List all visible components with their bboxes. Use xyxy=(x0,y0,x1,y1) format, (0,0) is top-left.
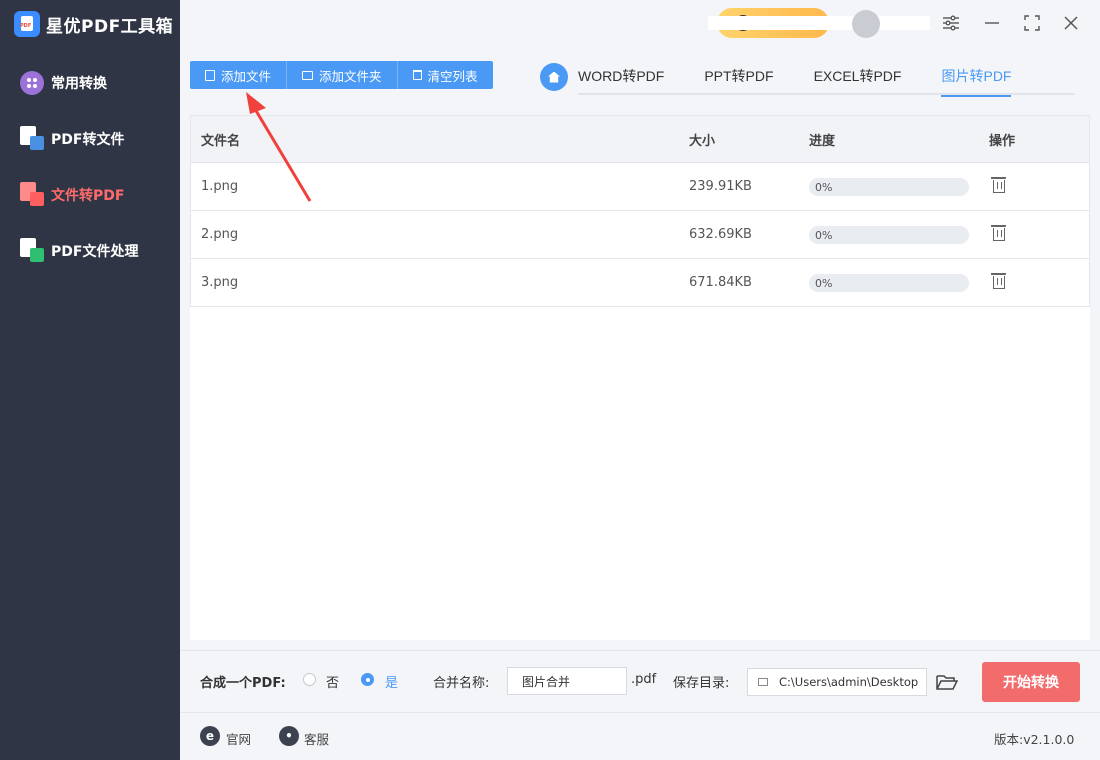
add-folder-label: 添加文件夹 xyxy=(319,68,382,84)
progress-label: 0% xyxy=(815,180,833,194)
pdf-to-file-icon xyxy=(20,126,46,152)
progress-label: 0% xyxy=(815,276,833,290)
support-link[interactable]: 客服 xyxy=(304,729,329,748)
file-name: 3.png xyxy=(201,275,239,290)
folder-icon xyxy=(302,70,314,80)
sidebar-item-label: PDF转文件 xyxy=(51,132,125,148)
file-size: 671.84KB xyxy=(689,275,752,290)
save-dir-label: 保存目录: xyxy=(673,676,730,691)
sidebar-item-pdf-process[interactable]: PDF文件处理 xyxy=(0,223,180,279)
redacted-bar xyxy=(708,16,930,30)
save-dir-field[interactable]: C:\Users\admin\Desktop xyxy=(747,668,927,696)
minimize-icon[interactable] xyxy=(981,12,1003,34)
file-table: 文件名 大小 进度 操作 1.png 239.91KB 0% 2.png 632… xyxy=(190,115,1090,640)
support-icon[interactable]: • xyxy=(279,726,299,746)
progress-bar: 0% xyxy=(809,273,969,292)
merge-name-label: 合并名称: xyxy=(433,676,490,691)
sidebar-item-label: 文件转PDF xyxy=(51,188,125,204)
add-file-label: 添加文件 xyxy=(221,68,272,84)
sidebar-nav: 常用转换 PDF转文件 文件转PDF PDF文件处理 xyxy=(0,55,180,279)
website-icon[interactable]: e xyxy=(200,726,220,746)
file-toolbar: 添加文件 添加文件夹 清空列表 xyxy=(190,61,493,89)
progress-bar: 0% xyxy=(809,177,969,196)
settings-icon[interactable] xyxy=(940,12,962,34)
close-icon[interactable] xyxy=(1060,12,1082,34)
clear-list-button[interactable]: 清空列表 xyxy=(398,61,493,89)
home-button[interactable] xyxy=(540,63,568,91)
header-name: 文件名 xyxy=(201,133,241,149)
brand: 星优PDF工具箱 xyxy=(0,0,180,48)
merge-name-input[interactable]: 图片合并 xyxy=(507,667,627,695)
tab-ppt-to-pdf[interactable]: PPT转PDF xyxy=(704,60,773,95)
extension-label: .pdf xyxy=(631,672,657,687)
sidebar-item-pdf-to-file[interactable]: PDF转文件 xyxy=(0,111,180,167)
file-size: 239.91KB xyxy=(689,179,752,194)
merge-label: 合成一个PDF: xyxy=(200,676,286,691)
table-row: 2.png 632.69KB 0% xyxy=(190,211,1090,259)
app-logo-icon xyxy=(14,11,40,37)
progress-label: 0% xyxy=(815,228,833,242)
radio-no[interactable] xyxy=(303,673,316,686)
radio-yes[interactable] xyxy=(361,673,374,686)
options-bar: 合成一个PDF: 否 是 合并名称: 图片合并 .pdf 保存目录: C:\Us… xyxy=(180,650,1100,710)
tab-word-to-pdf[interactable]: WORD转PDF xyxy=(578,60,664,95)
avatar[interactable] xyxy=(852,10,880,38)
start-convert-button[interactable]: 开始转换 xyxy=(982,662,1080,702)
version-label: 版本:v2.1.0.0 xyxy=(994,732,1075,747)
sidebar: 星优PDF工具箱 常用转换 PDF转文件 文件转PDF PDF文件处理 xyxy=(0,0,180,760)
header-action: 操作 xyxy=(989,133,1016,149)
file-size: 632.69KB xyxy=(689,227,752,242)
radio-yes-label: 是 xyxy=(385,676,399,691)
table-row: 1.png 239.91KB 0% xyxy=(190,163,1090,211)
pdf-process-icon xyxy=(20,238,46,264)
trash-icon xyxy=(412,70,422,80)
save-dir-value: C:\Users\admin\Desktop xyxy=(779,675,919,689)
browse-folder-icon[interactable] xyxy=(936,673,959,695)
maximize-icon[interactable] xyxy=(1021,12,1043,34)
website-link[interactable]: 官网 xyxy=(226,729,251,748)
add-folder-button[interactable]: 添加文件夹 xyxy=(287,61,398,89)
tab-excel-to-pdf[interactable]: EXCEL转PDF xyxy=(814,60,902,95)
sidebar-item-file-to-pdf[interactable]: 文件转PDF xyxy=(0,167,180,223)
home-icon xyxy=(548,71,560,83)
delete-icon[interactable] xyxy=(991,225,1006,241)
title-bar xyxy=(180,0,1100,48)
table-header: 文件名 大小 进度 操作 xyxy=(190,115,1090,163)
table-row: 3.png 671.84KB 0% xyxy=(190,259,1090,307)
file-name: 1.png xyxy=(201,179,239,194)
tab-image-to-pdf[interactable]: 图片转PDF xyxy=(941,60,1012,97)
sidebar-item-common[interactable]: 常用转换 xyxy=(0,55,180,111)
grid-icon xyxy=(20,70,46,96)
sidebar-item-label: PDF文件处理 xyxy=(51,244,139,260)
clear-list-label: 清空列表 xyxy=(427,68,478,84)
file-name: 2.png xyxy=(201,227,239,242)
delete-icon[interactable] xyxy=(991,273,1006,289)
delete-icon[interactable] xyxy=(991,177,1006,193)
file-to-pdf-icon xyxy=(20,182,46,208)
header-progress: 进度 xyxy=(809,133,836,149)
file-icon xyxy=(205,69,215,81)
progress-bar: 0% xyxy=(809,225,969,244)
conversion-tabs: WORD转PDF PPT转PDF EXCEL转PDF 图片转PDF xyxy=(578,60,1075,97)
app-title: 星优PDF工具箱 xyxy=(46,16,174,37)
header-size: 大小 xyxy=(689,133,716,149)
radio-no-label: 否 xyxy=(326,676,340,691)
sidebar-item-label: 常用转换 xyxy=(51,76,107,92)
footer: e 官网 • 客服 版本:v2.1.0.0 xyxy=(180,712,1100,760)
folder-icon xyxy=(758,678,768,686)
add-file-button[interactable]: 添加文件 xyxy=(190,61,288,89)
